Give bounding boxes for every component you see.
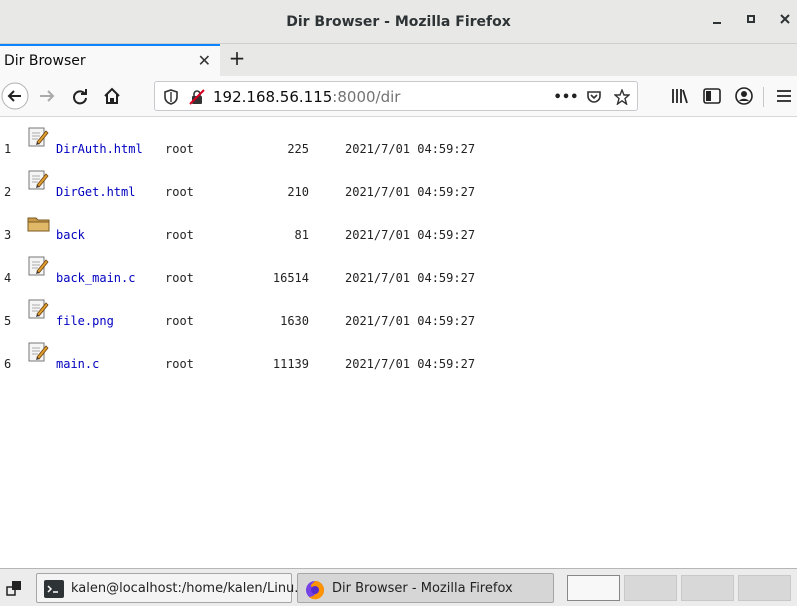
library-button[interactable]: [666, 82, 694, 110]
forward-arrow-icon: [40, 90, 55, 102]
file-owner: root: [165, 271, 194, 285]
text-file-icon[interactable]: [27, 126, 49, 151]
insecure-connection-icon[interactable]: [186, 86, 208, 108]
reload-button[interactable]: [66, 82, 94, 110]
row-index: 3: [4, 228, 12, 242]
page-actions-icon[interactable]: •••: [554, 86, 579, 108]
home-icon: [104, 87, 120, 104]
file-modified: 2021/7/01 04:59:27: [345, 357, 476, 371]
list-item: 5 file.png root 1630 2021/7/01 04:59:27: [0, 299, 797, 344]
list-item: 3 back root 81 2021/7/01 04:59:27: [0, 217, 797, 258]
file-size: 11139: [272, 357, 309, 371]
file-link[interactable]: file.png: [56, 314, 114, 328]
account-button[interactable]: [730, 82, 758, 110]
file-owner: root: [165, 228, 194, 242]
row-index: 4: [4, 271, 12, 285]
file-link[interactable]: back_main.c: [56, 271, 135, 285]
file-owner: root: [165, 314, 194, 328]
taskbar: kalen@localhost:/home/kalen/Linu... Dir …: [0, 568, 797, 606]
home-button[interactable]: [98, 82, 126, 110]
file-owner: root: [165, 185, 194, 199]
text-file-icon[interactable]: [27, 255, 49, 280]
file-size: 210: [287, 185, 309, 199]
tab-close-icon[interactable]: ✕: [198, 51, 211, 70]
file-size: 81: [294, 228, 309, 242]
pocket-icon[interactable]: [583, 86, 605, 108]
workspace-2[interactable]: [624, 575, 677, 601]
show-desktop-icon: [6, 581, 21, 596]
reload-icon: [73, 89, 87, 105]
close-icon[interactable]: [775, 12, 795, 32]
workspace-4[interactable]: [738, 575, 791, 601]
taskbar-firefox[interactable]: Dir Browser - Mozilla Firefox: [297, 573, 554, 603]
workspace-1[interactable]: [567, 575, 620, 601]
file-modified: 2021/7/01 04:59:27: [345, 271, 476, 285]
window-titlebar: Dir Browser - Mozilla Firefox: [0, 0, 797, 44]
file-modified: 2021/7/01 04:59:27: [345, 142, 476, 156]
show-desktop-button[interactable]: [4, 578, 24, 598]
url-text[interactable]: 192.168.56.115:8000/dir: [213, 88, 400, 106]
text-file-icon[interactable]: [27, 298, 49, 323]
taskbar-terminal-label: kalen@localhost:/home/kalen/Linu...: [71, 581, 307, 596]
minimize-icon[interactable]: [707, 12, 727, 32]
file-modified: 2021/7/01 04:59:27: [345, 185, 476, 199]
file-size: 1630: [280, 314, 309, 328]
directory-listing: 1 DirAuth.html root 225 2021/7/01 04:59:27 2 D…: [0, 117, 797, 568]
url-bar[interactable]: 192.168.56.115:8000/dir •••: [154, 81, 638, 111]
file-link[interactable]: DirAuth.html: [56, 142, 143, 156]
file-link[interactable]: back: [56, 228, 85, 242]
row-index: 5: [4, 314, 12, 328]
url-path: :8000/dir: [332, 88, 401, 106]
tab-strip: Dir Browser ✕ +: [0, 44, 797, 76]
taskbar-firefox-label: Dir Browser - Mozilla Firefox: [332, 581, 513, 596]
back-button[interactable]: [1, 82, 29, 110]
list-item: 4 back_main.c root 16514 2021/7/01 04:59:27: [0, 256, 797, 301]
tab-label: Dir Browser: [4, 53, 86, 69]
firefox-icon: [305, 580, 325, 604]
window-title: Dir Browser - Mozilla Firefox: [286, 14, 511, 30]
maximize-icon[interactable]: [741, 12, 761, 32]
list-item: 2 DirGet.html root 210 2021/7/01 04:59:27: [0, 170, 797, 215]
sidebar-button[interactable]: [698, 82, 726, 110]
sidebar-icon: [703, 88, 721, 104]
file-modified: 2021/7/01 04:59:27: [345, 314, 476, 328]
navigation-toolbar: 192.168.56.115:8000/dir •••: [0, 76, 797, 117]
menu-button[interactable]: [770, 82, 797, 110]
account-icon: [735, 87, 753, 105]
file-link[interactable]: DirGet.html: [56, 185, 135, 199]
library-icon: [672, 89, 688, 104]
site-info-shield-icon[interactable]: [160, 86, 182, 108]
back-arrow-icon: [1, 82, 29, 110]
new-tab-button[interactable]: +: [225, 47, 249, 71]
workspace-3[interactable]: [681, 575, 734, 601]
file-owner: root: [165, 357, 194, 371]
folder-icon[interactable]: [27, 212, 51, 237]
bookmark-star-icon[interactable]: [611, 86, 633, 108]
file-size: 225: [287, 142, 309, 156]
terminal-icon: [44, 580, 64, 602]
tab-dir-browser[interactable]: Dir Browser ✕: [0, 44, 220, 76]
row-index: 6: [4, 357, 12, 371]
file-modified: 2021/7/01 04:59:27: [345, 228, 476, 242]
forward-button[interactable]: [33, 82, 61, 110]
row-index: 2: [4, 185, 12, 199]
row-index: 1: [4, 142, 12, 156]
file-size: 16514: [272, 271, 309, 285]
text-file-icon[interactable]: [27, 341, 49, 366]
hamburger-menu-icon: [777, 90, 791, 102]
file-owner: root: [165, 142, 194, 156]
file-link[interactable]: main.c: [56, 357, 99, 371]
list-item: 1 DirAuth.html root 225 2021/7/01 04:59:27: [0, 127, 797, 172]
url-host: 192.168.56.115: [213, 88, 333, 106]
text-file-icon[interactable]: [27, 169, 49, 194]
toolbar-separator: [763, 87, 764, 107]
taskbar-terminal[interactable]: kalen@localhost:/home/kalen/Linu...: [36, 573, 307, 603]
list-item: 6 main.c root 11139 2021/7/01 04:59:27: [0, 342, 797, 387]
